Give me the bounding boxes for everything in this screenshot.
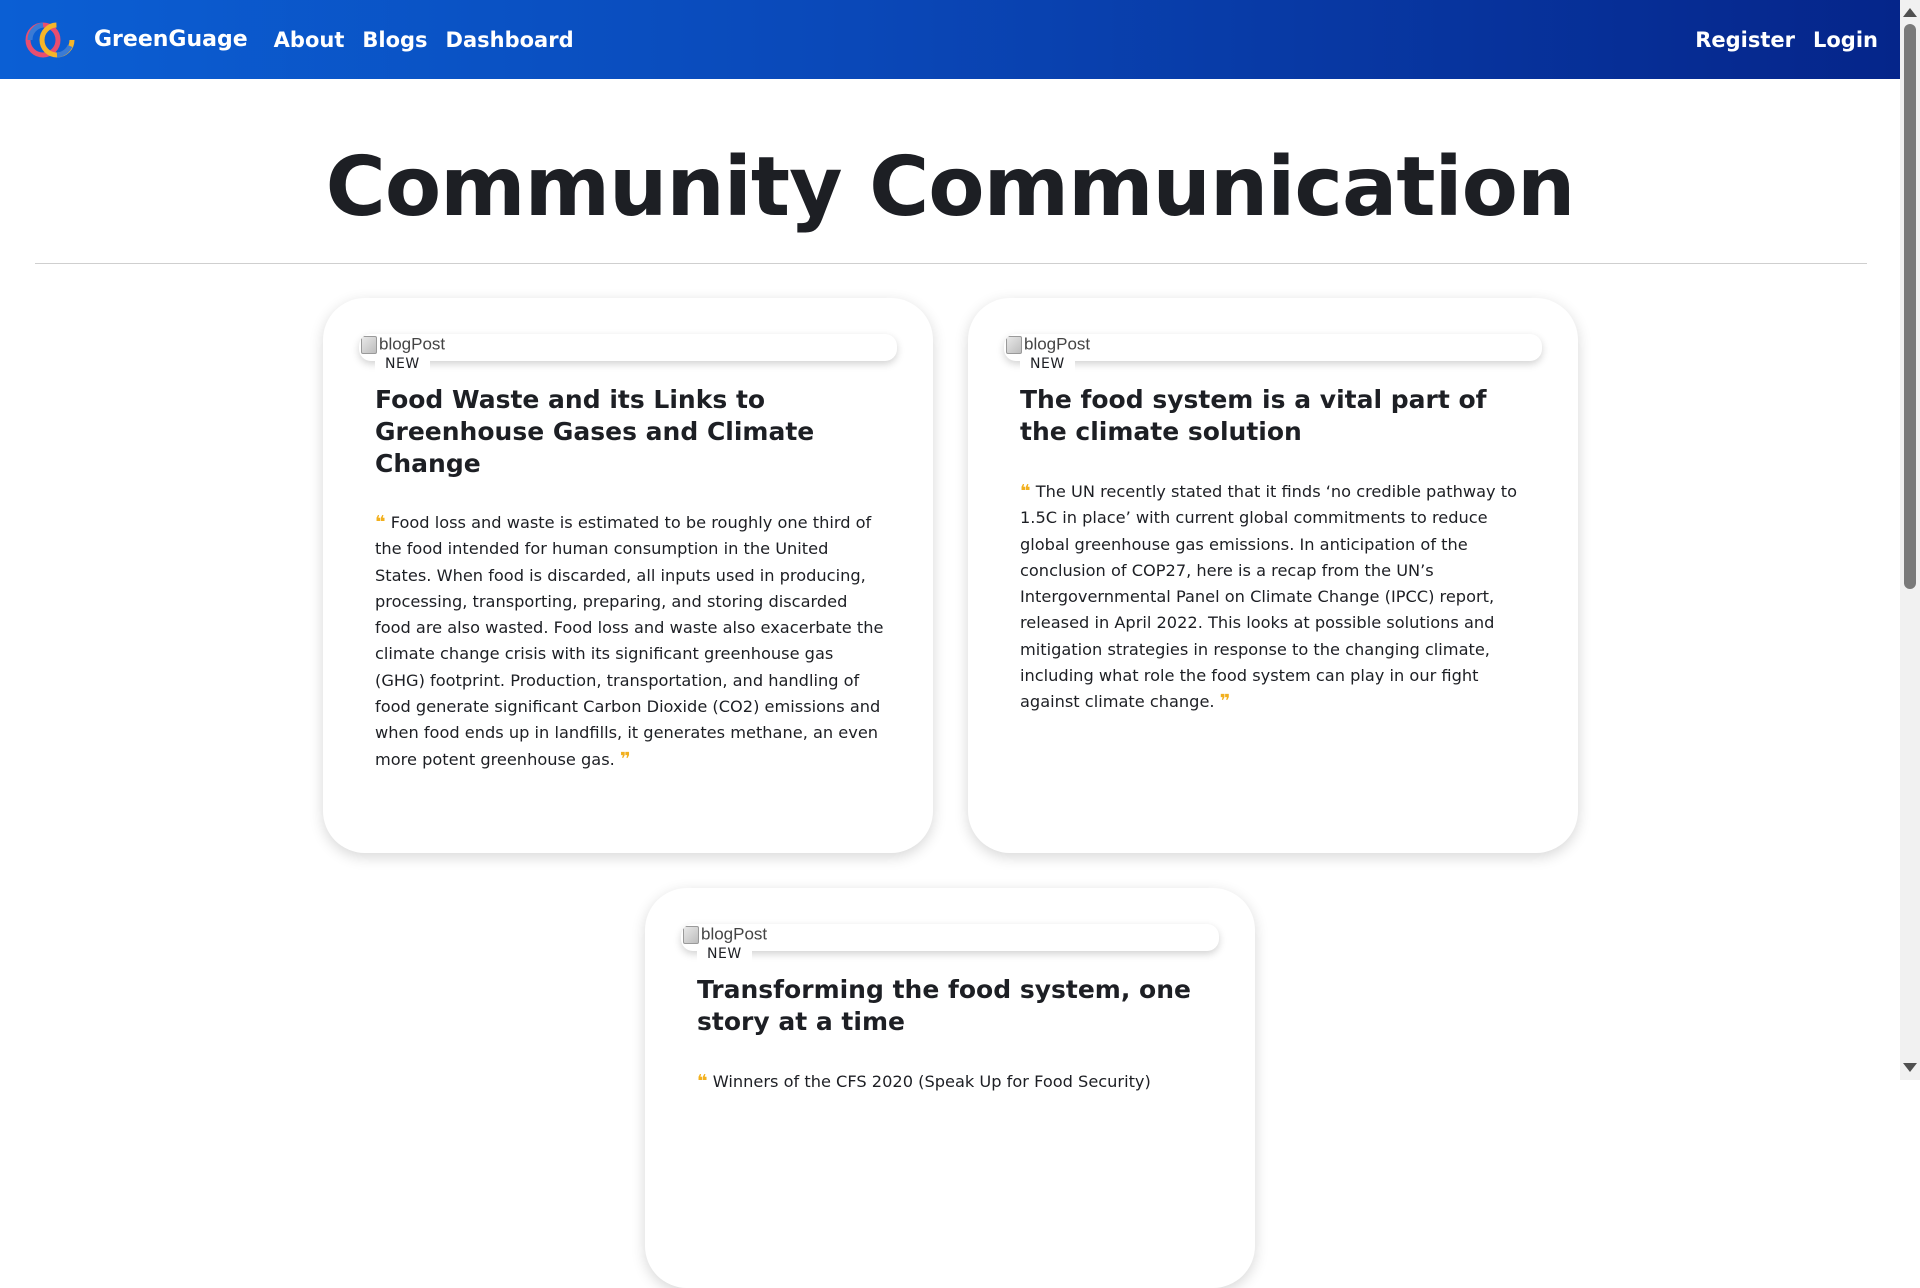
blog-card-title[interactable]: Food Waste and its Links to Greenhouse G… xyxy=(375,384,895,480)
blog-card[interactable]: blogPost NEW The food system is a vital … xyxy=(968,298,1578,853)
scroll-down-arrow-icon[interactable] xyxy=(1903,1063,1917,1072)
quote-open-icon: ❝ xyxy=(1020,481,1031,502)
broken-image-icon xyxy=(361,335,377,354)
page-title: Community Communication xyxy=(325,140,1576,235)
blog-card[interactable]: blogPost NEW Food Waste and its Links to… xyxy=(323,298,933,853)
blog-post-image[interactable]: blogPost xyxy=(1004,334,1542,361)
divider xyxy=(35,263,1867,264)
quote-open-icon: ❝ xyxy=(697,1071,708,1092)
navbar: GreenGuage About Blogs Dashboard Registe… xyxy=(0,0,1900,79)
new-badge: NEW xyxy=(697,944,752,964)
scrollbar-thumb[interactable] xyxy=(1904,24,1916,589)
nav-login[interactable]: Login xyxy=(1813,28,1878,52)
new-badge: NEW xyxy=(1020,354,1075,374)
vertical-scrollbar[interactable] xyxy=(1900,0,1920,1080)
greenguage-logo-icon[interactable] xyxy=(22,20,78,60)
nav-right: Register Login xyxy=(1677,28,1878,52)
image-alt-text: blogPost xyxy=(701,924,768,944)
image-alt-text: blogPost xyxy=(1024,334,1091,354)
blog-card-title[interactable]: Transforming the food system, one story … xyxy=(697,974,1217,1038)
excerpt-text: Food loss and waste is estimated to be r… xyxy=(375,513,884,769)
nav-dashboard[interactable]: Dashboard xyxy=(446,28,574,52)
blog-card-excerpt: ❝ Food loss and waste is estimated to be… xyxy=(375,510,887,773)
image-alt-text: blogPost xyxy=(379,334,446,354)
excerpt-text: Winners of the CFS 2020 (Speak Up for Fo… xyxy=(712,1072,1151,1091)
nav-register[interactable]: Register xyxy=(1695,28,1795,52)
broken-image-icon xyxy=(683,925,699,944)
scroll-up-arrow-icon[interactable] xyxy=(1903,8,1917,17)
brand-name[interactable]: GreenGuage xyxy=(94,27,248,52)
blog-card-title[interactable]: The food system is a vital part of the c… xyxy=(1020,384,1540,448)
blog-post-image[interactable]: blogPost xyxy=(359,334,897,361)
new-badge: NEW xyxy=(375,354,430,374)
excerpt-text: The UN recently stated that it finds ‘no… xyxy=(1020,482,1517,712)
quote-close-icon: ❞ xyxy=(619,748,631,770)
blog-card[interactable]: blogPost NEW Transforming the food syste… xyxy=(645,888,1255,1288)
nav-blogs[interactable]: Blogs xyxy=(362,28,427,52)
quote-close-icon: ❞ xyxy=(1219,691,1231,713)
blog-post-image[interactable]: blogPost xyxy=(681,924,1219,951)
blog-card-excerpt: ❝ The UN recently stated that it finds ‘… xyxy=(1020,479,1532,716)
broken-image-icon xyxy=(1006,335,1022,354)
blog-card-excerpt: ❝ Winners of the CFS 2020 (Speak Up for … xyxy=(697,1069,1209,1095)
quote-open-icon: ❝ xyxy=(375,512,386,533)
nav-about[interactable]: About xyxy=(274,28,345,52)
